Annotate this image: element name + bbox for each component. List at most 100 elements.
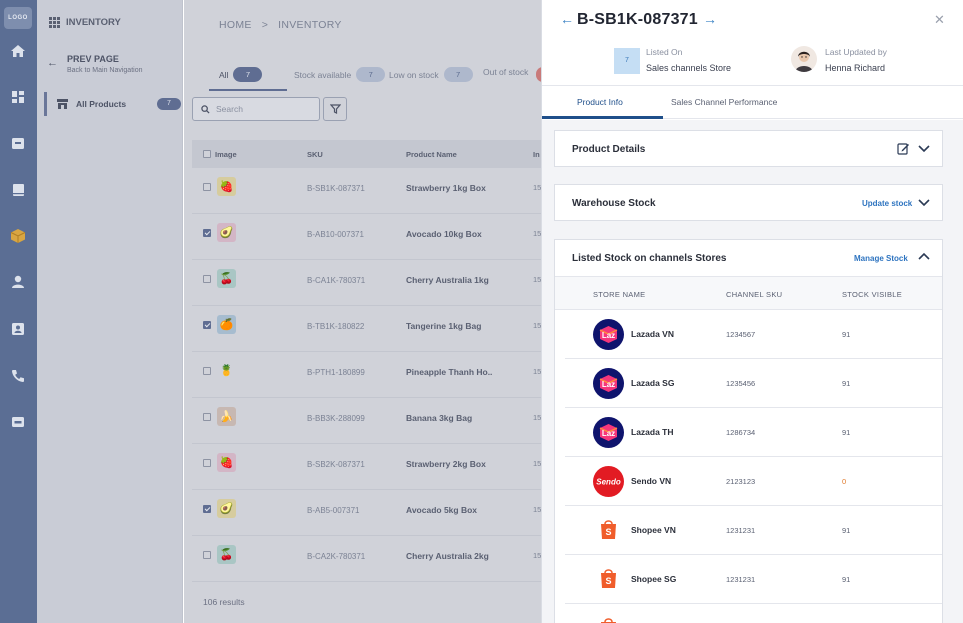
select-all-checkbox[interactable] xyxy=(203,150,211,160)
channel-sku: 1234567 xyxy=(726,330,756,339)
last-updated-label: Last Updated by xyxy=(825,47,887,57)
product-thumbnail: 🍓 xyxy=(217,177,236,196)
product-details-card[interactable]: Product Details xyxy=(554,130,943,167)
package-icon[interactable] xyxy=(9,227,27,245)
table-row[interactable]: 🍓 B-SB1K-087371 Strawberry 1kg Box 15 xyxy=(192,168,544,214)
tab-product-info[interactable]: Product Info xyxy=(577,97,623,107)
sidebar-title: INVENTORY xyxy=(49,17,121,28)
column-inventory[interactable]: In xyxy=(533,150,540,159)
column-store-name: STORE NAME xyxy=(593,290,646,299)
count-badge: 7 xyxy=(157,98,181,110)
update-stock-link[interactable]: Update stock xyxy=(862,199,912,208)
filter-button[interactable] xyxy=(323,97,347,121)
row-product-name: Cherry Australia 2kg xyxy=(406,551,489,561)
tab-stock-available[interactable]: Stock available 7 xyxy=(294,67,386,82)
stock-visible: 0 xyxy=(842,477,847,486)
channel-stock-row[interactable]: Laz Lazada VN 1234567 91 xyxy=(565,310,942,359)
last-updated-value: Henna Richard xyxy=(825,63,886,73)
row-checkbox[interactable] xyxy=(203,229,211,237)
table-row[interactable]: 🍌 B-BB3K-288099 Banana 3kg Bag 15 xyxy=(192,398,544,444)
manage-stock-link[interactable]: Manage Stock xyxy=(854,254,908,263)
card-title: Warehouse Stock xyxy=(572,198,656,209)
search-input[interactable]: Search xyxy=(192,97,320,121)
table-row[interactable]: 🍒 B-CA2K-780371 Cherry Australia 2kg 15 xyxy=(192,536,544,582)
edit-icon[interactable] xyxy=(897,142,910,155)
app-rail: LOGO xyxy=(0,0,37,623)
table-row[interactable]: 🍊 B-TB1K-180822 Tangerine 1kg Bag 15 xyxy=(192,306,544,352)
tab-out-of-stock[interactable]: Out of stock xyxy=(483,67,528,77)
book-icon[interactable] xyxy=(9,181,27,199)
table-row[interactable]: 🍍 B-PTH1-180899 Pineapple Thanh Ho.. 15 xyxy=(192,352,544,398)
search-icon xyxy=(201,104,210,114)
sidebar-item-all-products[interactable]: All Products 7 xyxy=(44,92,181,116)
column-image: Image xyxy=(215,150,237,159)
arrow-left-icon: ← xyxy=(47,57,58,69)
channel-stock-row[interactable]: Laz Lazada TH 1286734 91 xyxy=(565,408,942,457)
drawer-header: ← B-SB1K-087371 → ✕ 7 Listed On Sales ch… xyxy=(542,0,963,86)
filter-tabs: All 7 Stock available 7 Low on stock 7 O… xyxy=(184,62,544,94)
inbox-icon[interactable] xyxy=(9,134,27,152)
row-checkbox[interactable] xyxy=(203,459,211,467)
row-checkbox[interactable] xyxy=(203,367,211,375)
svg-text:Sendo: Sendo xyxy=(596,478,621,487)
shopee-logo-icon: S xyxy=(601,569,616,588)
phone-icon[interactable] xyxy=(9,367,27,385)
tab-sales-channel-performance[interactable]: Sales Channel Performance xyxy=(671,97,777,107)
drawer-content: Product Details Warehouse Stock Update s… xyxy=(542,120,963,623)
column-channel-sku: CHANNEL SKU xyxy=(726,290,783,299)
tab-low-on-stock[interactable]: Low on stock 7 xyxy=(389,67,473,82)
active-tab-indicator xyxy=(209,89,287,91)
sidebar-title-label: INVENTORY xyxy=(66,17,121,28)
row-checkbox[interactable] xyxy=(203,321,211,329)
table-row[interactable]: 🥑 B-AB5-007371 Avocado 5kg Box 15 xyxy=(192,490,544,536)
row-checkbox[interactable] xyxy=(203,183,211,191)
arrow-left-icon[interactable]: ← xyxy=(560,11,574,27)
table-header: Image SKU Product Name In xyxy=(192,140,544,168)
row-checkbox[interactable] xyxy=(203,505,211,513)
app-logo[interactable]: LOGO xyxy=(4,7,32,29)
chevron-up-icon[interactable] xyxy=(918,251,930,263)
channel-stock-row[interactable]: Laz Lazada SG 1235456 91 xyxy=(565,359,942,408)
contacts-icon[interactable] xyxy=(9,320,27,338)
row-checkbox[interactable] xyxy=(203,413,211,421)
stock-visible: 91 xyxy=(842,428,851,437)
channel-stock-row[interactable]: S Shopee VN 1231231 91 xyxy=(565,506,942,555)
channel-stock-row[interactable]: Sendo Sendo VN 2123123 0 xyxy=(565,457,942,506)
lazada-logo-icon: Laz xyxy=(593,319,624,350)
chevron-down-icon[interactable] xyxy=(918,196,930,208)
close-icon[interactable]: ✕ xyxy=(934,12,945,28)
billing-icon[interactable] xyxy=(9,413,27,431)
store-name: Shopee VN xyxy=(631,525,676,535)
row-checkbox[interactable] xyxy=(203,551,211,559)
column-product-name[interactable]: Product Name xyxy=(406,150,457,159)
user-icon[interactable] xyxy=(9,273,27,291)
product-thumbnail: 🍒 xyxy=(217,545,236,564)
shopee-logo-icon: S xyxy=(601,520,616,539)
home-icon[interactable] xyxy=(9,42,27,60)
column-sku[interactable]: SKU xyxy=(307,150,323,159)
inventory-sidebar: INVENTORY ← PREV PAGE Back to Main Navig… xyxy=(37,0,183,623)
store-name: Shopee SG xyxy=(631,574,677,584)
channel-stock-row[interactable]: S Shopee SG 1231231 91 xyxy=(565,555,942,604)
stock-visible: 91 xyxy=(842,330,851,339)
product-thumbnail: 🍊 xyxy=(217,315,236,334)
row-sku: B-SB1K-087371 xyxy=(307,184,365,193)
row-product-name: Avocado 10kg Box xyxy=(406,229,482,239)
dashboard-icon[interactable] xyxy=(9,88,27,106)
channel-stock-row[interactable]: SShopee TH123123291 xyxy=(565,604,942,623)
stock-visible: 91 xyxy=(842,526,851,535)
arrow-right-icon[interactable]: → xyxy=(703,11,717,27)
breadcrumb-home[interactable]: HOME xyxy=(219,19,252,31)
stock-visible: 91 xyxy=(842,575,851,584)
row-checkbox[interactable] xyxy=(203,275,211,283)
table-row[interactable]: 🍒 B-CA1K-780371 Cherry Australia 1kg 15 xyxy=(192,260,544,306)
chevron-down-icon[interactable] xyxy=(918,142,930,154)
warehouse-stock-card[interactable]: Warehouse Stock Update stock xyxy=(554,184,943,221)
product-thumbnail: 🍓 xyxy=(217,453,236,472)
tab-all[interactable]: All 7 xyxy=(219,67,263,82)
listed-on-count: 7 xyxy=(614,48,640,74)
product-fruit-icon: 🍒 xyxy=(219,273,234,285)
table-row[interactable]: 🍓 B-SB2K-087371 Strawberry 2kg Box 15 xyxy=(192,444,544,490)
store-name: Lazada VN xyxy=(631,329,674,339)
table-row[interactable]: 🥑 B-AB10-007371 Avocado 10kg Box 15 xyxy=(192,214,544,260)
